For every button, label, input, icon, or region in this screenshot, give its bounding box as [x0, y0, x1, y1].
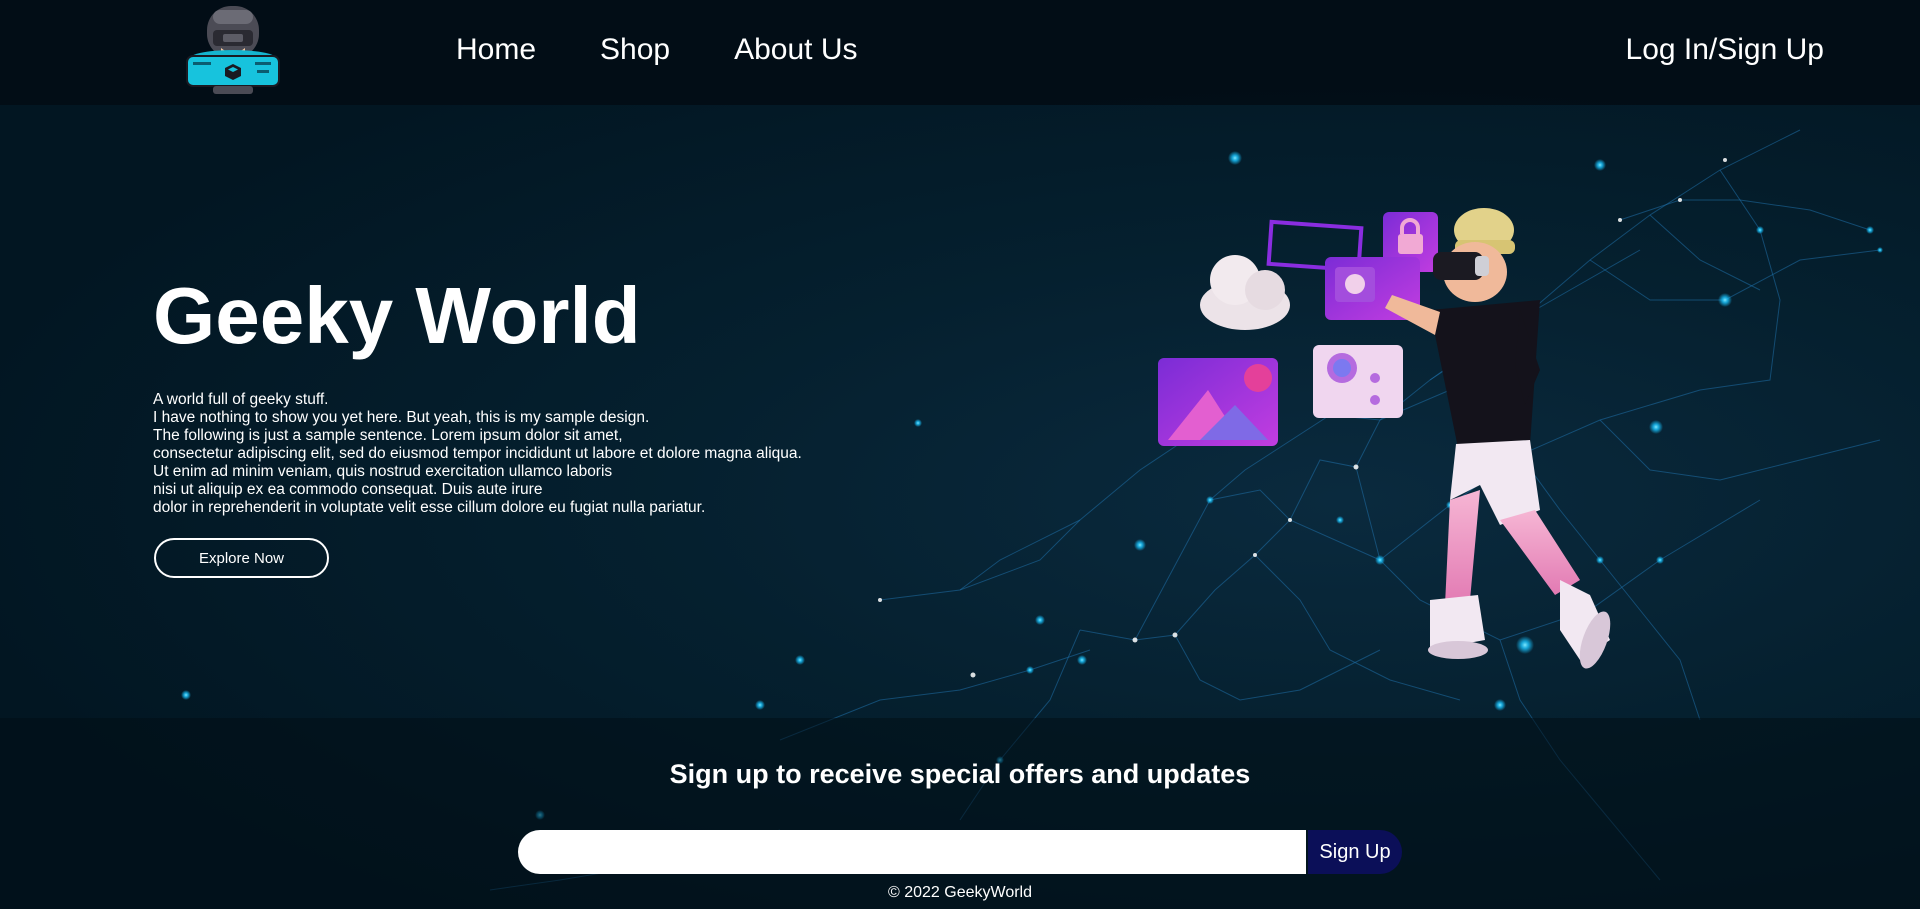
hero-title: Geeky World [153, 271, 641, 360]
hero-line: I have nothing to show you yet here. But… [153, 409, 650, 426]
page: Home Shop About Us Log In/Sign Up Geeky … [0, 0, 1920, 909]
nav-home-link[interactable]: Home [456, 32, 536, 68]
hero-line: consectetur adipiscing elit, sed do eius… [153, 445, 802, 462]
hero-line: The following is just a sample sentence.… [153, 427, 623, 444]
copyright-text: © 2022 GeekyWorld [887, 884, 1032, 901]
signup-button[interactable]: Sign Up [1308, 830, 1402, 874]
vr-boy-illustration-icon [1158, 208, 1611, 669]
site-header: Home Shop About Us Log In/Sign Up [0, 0, 1920, 105]
signup-form: Sign Up [518, 830, 1403, 874]
vr-headset-avatar-logo-icon[interactable] [183, 0, 283, 98]
hero-line: A world full of geeky stuff. [153, 391, 329, 408]
main-nav: Home Shop About Us [456, 32, 922, 68]
hero-line: Ut enim ad minim veniam, quis nostrud ex… [153, 463, 613, 480]
nav-about-link[interactable]: About Us [734, 32, 857, 68]
nav-shop-link[interactable]: Shop [600, 32, 670, 68]
signup-section [0, 718, 1920, 909]
signup-title: Sign up to receive special offers and up… [669, 759, 1251, 789]
hero-line: nisi ut aliquip ex ea commodo consequat.… [153, 481, 543, 498]
explore-now-button[interactable]: Explore Now [154, 538, 329, 578]
hero-line: dolor in reprehenderit in voluptate veli… [153, 499, 706, 516]
login-signup-link[interactable]: Log In/Sign Up [1626, 32, 1824, 68]
hero-description: A world full of geeky stuff. I have noth… [153, 391, 913, 517]
email-input[interactable] [518, 830, 1306, 874]
